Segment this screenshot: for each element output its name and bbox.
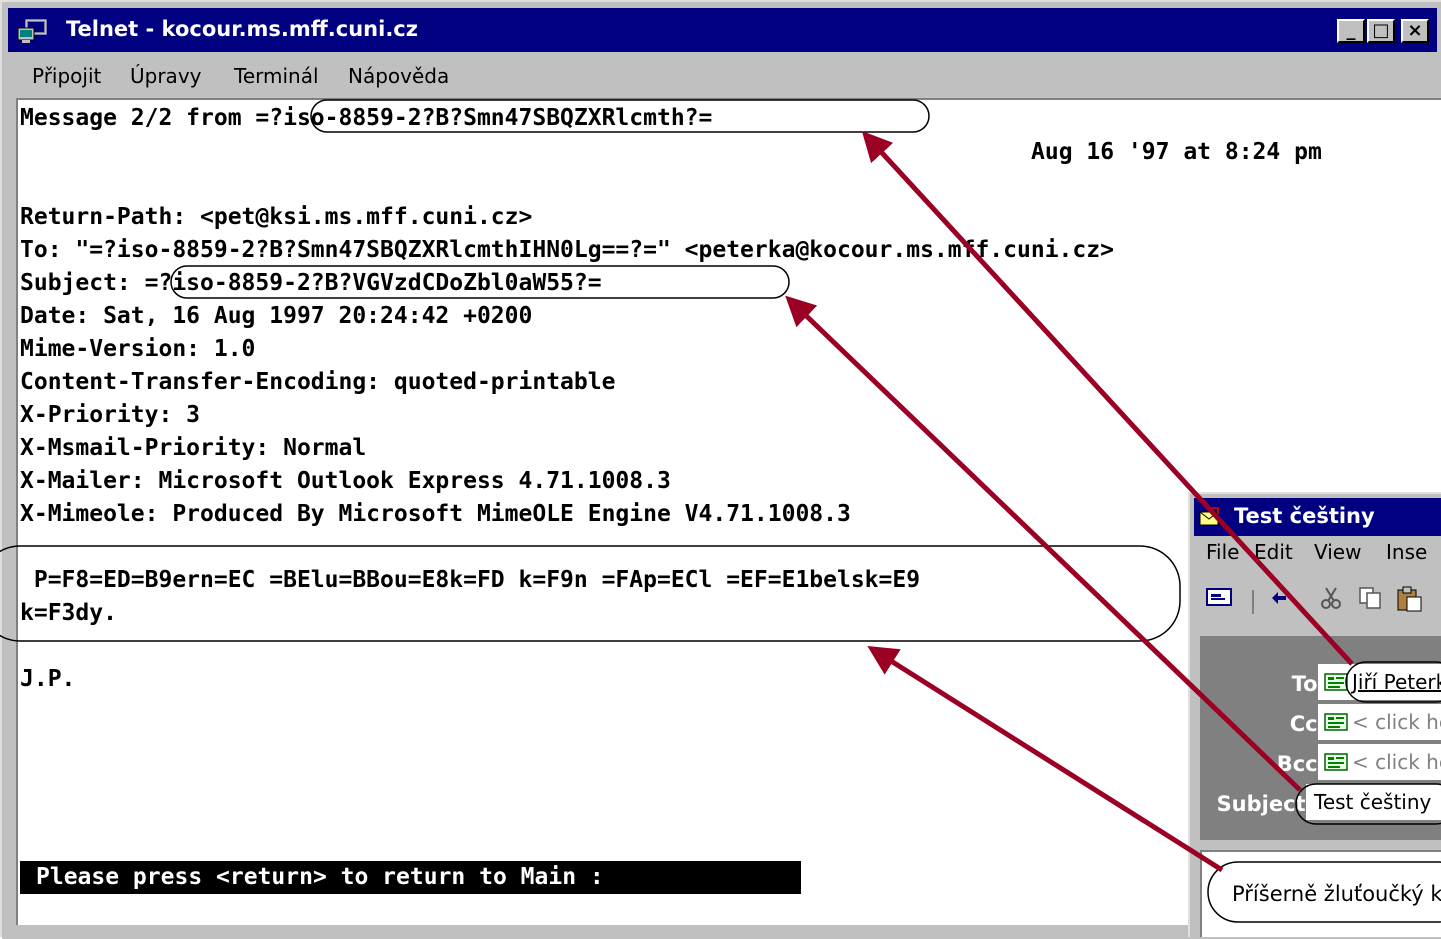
menu-pripojit[interactable]: Připojit xyxy=(32,64,101,88)
address-book-icon[interactable] xyxy=(1324,753,1348,771)
line-to: To: "=?iso-8859-2?B?Smn47SBQZXRlcmthIHN0… xyxy=(20,237,1114,263)
message-header-panel: To: Jiří Peterk Cc: < click he Bcc: xyxy=(1200,636,1441,840)
line-date: Date: Sat, 16 Aug 1997 20:24:42 +0200 xyxy=(20,303,533,329)
cut-icon[interactable] xyxy=(1320,586,1342,610)
line-message-from: Message 2/2 from =?iso-8859-2?B?Smn47SBQ… xyxy=(20,105,713,131)
outlook-compose-window: Test češtiny File Edit View Inse To: Jiř… xyxy=(1188,492,1441,937)
toolbar-separator xyxy=(1252,590,1254,614)
line-x-priority: X-Priority: 3 xyxy=(20,402,201,428)
paste-icon[interactable] xyxy=(1396,586,1422,612)
line-mime-version: Mime-Version: 1.0 xyxy=(20,336,256,362)
cc-placeholder: < click he xyxy=(1352,710,1441,734)
to-recipient[interactable]: Jiří Peterk xyxy=(1352,670,1441,694)
telnet-app-icon xyxy=(17,19,47,43)
compose-icon xyxy=(1199,507,1219,526)
maximize-button[interactable]: □ xyxy=(1367,19,1395,43)
line-body-2: k=F3dy. xyxy=(20,600,117,626)
cc-field[interactable]: < click he xyxy=(1318,704,1441,740)
copy-icon[interactable] xyxy=(1358,586,1382,610)
bcc-field[interactable]: < click he xyxy=(1318,744,1441,780)
telnet-titlebar[interactable]: Telnet - kocour.ms.mff.cuni.cz _ □ × xyxy=(8,8,1437,52)
menu-view[interactable]: View xyxy=(1314,540,1361,564)
subject-field[interactable]: Test češtiny xyxy=(1306,784,1441,820)
line-return-path: Return-Path: <pet@ksi.ms.mff.cuni.cz> xyxy=(20,204,533,230)
minimize-button[interactable]: _ xyxy=(1337,19,1365,43)
line-x-msmail-priority: X-Msmail-Priority: Normal xyxy=(20,435,367,461)
menu-edit[interactable]: Edit xyxy=(1254,540,1293,564)
menu-terminal[interactable]: Terminál xyxy=(234,64,319,88)
close-button[interactable]: × xyxy=(1401,19,1429,43)
line-signature: J.P. xyxy=(20,666,76,692)
to-field[interactable]: Jiří Peterk xyxy=(1318,664,1441,700)
undo-icon[interactable] xyxy=(1268,586,1290,608)
line-content-transfer-encoding: Content-Transfer-Encoding: quoted-printa… xyxy=(20,369,616,395)
bcc-placeholder: < click he xyxy=(1352,750,1441,774)
line-subject: Subject: =?iso-8859-2?B?VGVzdCDoZbl0aW55… xyxy=(20,270,602,296)
menu-file[interactable]: File xyxy=(1206,540,1239,564)
menu-upravy[interactable]: Úpravy xyxy=(130,64,201,88)
outlook-title: Test češtiny xyxy=(1234,504,1375,528)
address-book-icon[interactable] xyxy=(1324,713,1348,731)
line-body-1: P=F8=ED=B9ern=EC =BElu=BBou=E8k=FD k=F9n… xyxy=(20,567,921,593)
menu-insert[interactable]: Inse xyxy=(1386,540,1427,564)
menu-napoveda[interactable]: Nápověda xyxy=(348,64,449,88)
return-prompt: Please press <return> to return to Main … xyxy=(20,861,801,894)
subject-label: Subject: xyxy=(1216,792,1314,816)
line-x-mimeole: X-Mimeole: Produced By Microsoft MimeOLE… xyxy=(20,501,851,527)
subject-value[interactable]: Test češtiny xyxy=(1314,790,1431,814)
telnet-menubar: Připojit Úpravy Terminál Nápověda xyxy=(8,56,1437,96)
address-book-icon[interactable] xyxy=(1324,673,1348,691)
message-body-text: Příšerně žluťoučký k xyxy=(1232,882,1441,906)
message-body-editor[interactable]: Příšerně žluťoučký k xyxy=(1200,850,1441,937)
send-icon[interactable] xyxy=(1206,586,1232,608)
telnet-title: Telnet - kocour.ms.mff.cuni.cz xyxy=(66,17,418,41)
line-message-date: Aug 16 '97 at 8:24 pm xyxy=(1031,139,1322,165)
outlook-titlebar[interactable]: Test češtiny xyxy=(1194,498,1441,536)
line-x-mailer: X-Mailer: Microsoft Outlook Express 4.71… xyxy=(20,468,671,494)
